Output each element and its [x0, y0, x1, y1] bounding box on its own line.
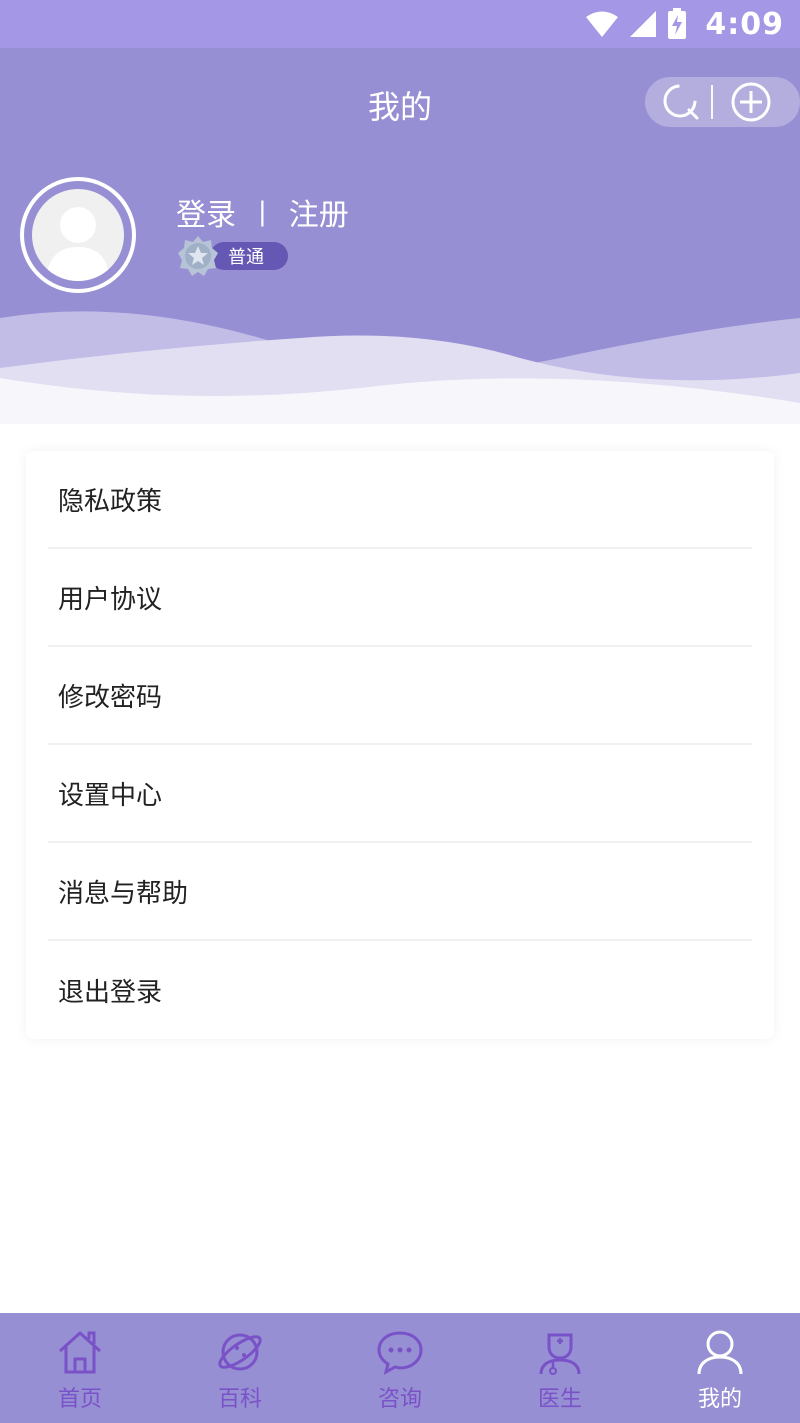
tab-label-consult: 咨询 — [377, 1387, 422, 1412]
cellular-signal-icon — [630, 11, 657, 37]
tab-consult[interactable]: 咨询 — [320, 1313, 480, 1423]
settings-menu: 隐私政策 用户协议 修改密码 设置中心 消息与帮助 退出登录 — [26, 451, 774, 1039]
tab-label-home: 首页 — [57, 1387, 102, 1412]
menu-item-messages-help[interactable]: 消息与帮助 — [48, 843, 752, 941]
action-divider — [711, 85, 713, 119]
user-icon — [697, 1330, 743, 1375]
tab-mine[interactable]: 我的 — [640, 1313, 800, 1423]
battery-charging-icon — [668, 8, 687, 39]
tab-doctor[interactable]: 医生 — [480, 1313, 640, 1423]
wifi-icon — [586, 11, 619, 37]
add-button[interactable] — [721, 77, 781, 127]
header-wave-decoration — [0, 311, 800, 424]
profile-header: 我的 登录 | 注册 普通 — [0, 48, 800, 424]
avatar[interactable] — [20, 177, 136, 293]
tab-home[interactable]: 首页 — [0, 1313, 160, 1423]
tab-label-encyclopedia: 百科 — [217, 1387, 262, 1412]
header-actions — [645, 77, 800, 127]
status-bar: 4:09 — [0, 0, 800, 48]
bottom-tab-bar: 首页 百科 咨询 医生 我的 — [0, 1313, 800, 1423]
menu-item-user-agreement[interactable]: 用户协议 — [48, 549, 752, 647]
status-time: 4:09 — [705, 6, 784, 42]
star-medal-icon — [178, 236, 218, 276]
tab-encyclopedia[interactable]: 百科 — [160, 1313, 320, 1423]
login-link[interactable]: 登录 — [176, 190, 236, 234]
member-level-label: 普通 — [210, 242, 288, 270]
auth-links: 登录 | 注册 — [176, 190, 349, 234]
chat-icon — [377, 1331, 423, 1375]
menu-item-privacy-policy[interactable]: 隐私政策 — [48, 451, 752, 549]
scan-button[interactable] — [651, 77, 711, 127]
auth-separator: | — [258, 197, 267, 227]
menu-item-change-password[interactable]: 修改密码 — [48, 647, 752, 745]
member-level-badge: 普通 — [176, 236, 288, 276]
home-icon — [58, 1331, 102, 1374]
register-link[interactable]: 注册 — [289, 190, 349, 234]
doctor-icon — [539, 1333, 581, 1375]
menu-item-logout[interactable]: 退出登录 — [48, 941, 752, 1039]
scan-icon — [663, 84, 699, 120]
menu-item-settings-center[interactable]: 设置中心 — [48, 745, 752, 843]
tab-label-mine: 我的 — [697, 1387, 742, 1412]
tab-label-doctor: 医生 — [537, 1387, 582, 1412]
planet-icon — [218, 1333, 262, 1371]
add-circle-icon — [731, 82, 771, 122]
default-avatar-icon — [32, 189, 124, 281]
